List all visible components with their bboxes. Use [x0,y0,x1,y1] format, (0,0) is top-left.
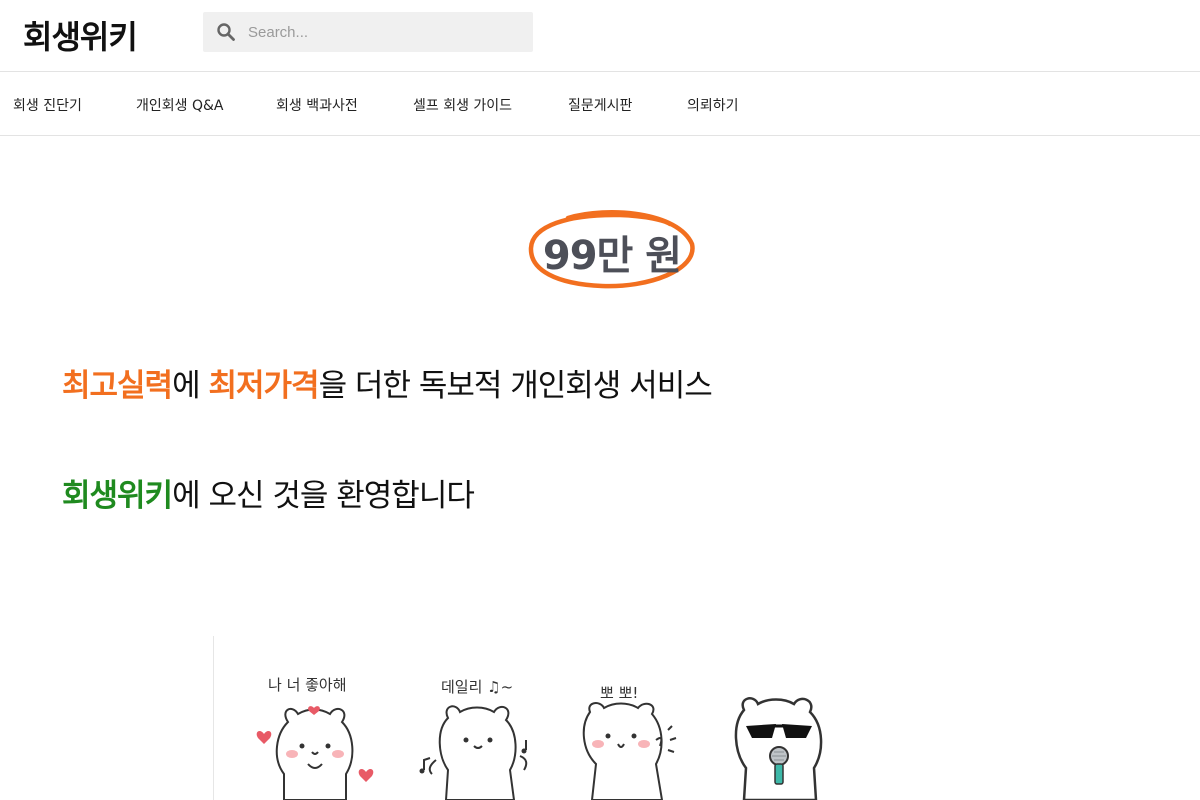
search-box[interactable] [203,12,533,52]
content-divider [213,636,214,800]
headline-welcome: 회생위키에 오신 것을 환영합니다 [62,470,475,515]
site-header: 회생위키 [0,0,1200,72]
site-logo[interactable]: 회생위키 [23,12,138,58]
sticker-caption-daily: 데일리 ♫~ [441,678,514,696]
bear-sunglasses-mic-icon [734,697,823,800]
price-text: 99만 원 [542,233,682,279]
search-icon [217,23,235,41]
bear-love-icon [256,706,374,800]
search-input[interactable] [248,23,518,41]
highlight-lowest-price: 최저가격 [208,368,319,404]
highlight-best-skill: 최고실력 [62,368,173,404]
price-highlight: 99만 원 [528,208,696,290]
nav-item-diagnosis[interactable]: 회생 진단기 [13,95,82,115]
sticker-caption-love: 나 너 좋아해 [268,676,347,694]
nav-item-encyclopedia[interactable]: 회생 백과사전 [276,95,358,115]
main-nav: 회생 진단기 개인회생 Q&A 회생 백과사전 셀프 회생 가이드 질문게시판 … [0,73,1200,136]
bear-kiss-icon [582,702,677,800]
nav-item-request[interactable]: 의뢰하기 [687,95,739,115]
nav-item-self-guide[interactable]: 셀프 회생 가이드 [413,95,512,115]
bear-dance-icon [419,705,528,800]
nav-item-qna[interactable]: 개인회생 Q&A [136,95,223,115]
headline-text-2: 을 더한 독보적 개인회생 서비스 [318,368,713,404]
headline-service: 최고실력에 최저가격을 더한 독보적 개인회생 서비스 [62,360,713,405]
nav-item-question-board[interactable]: 질문게시판 [568,95,632,115]
welcome-text: 에 오신 것을 환영합니다 [172,478,475,514]
highlight-site-name: 회생위키 [62,478,173,514]
headline-text-1: 에 [172,368,209,404]
